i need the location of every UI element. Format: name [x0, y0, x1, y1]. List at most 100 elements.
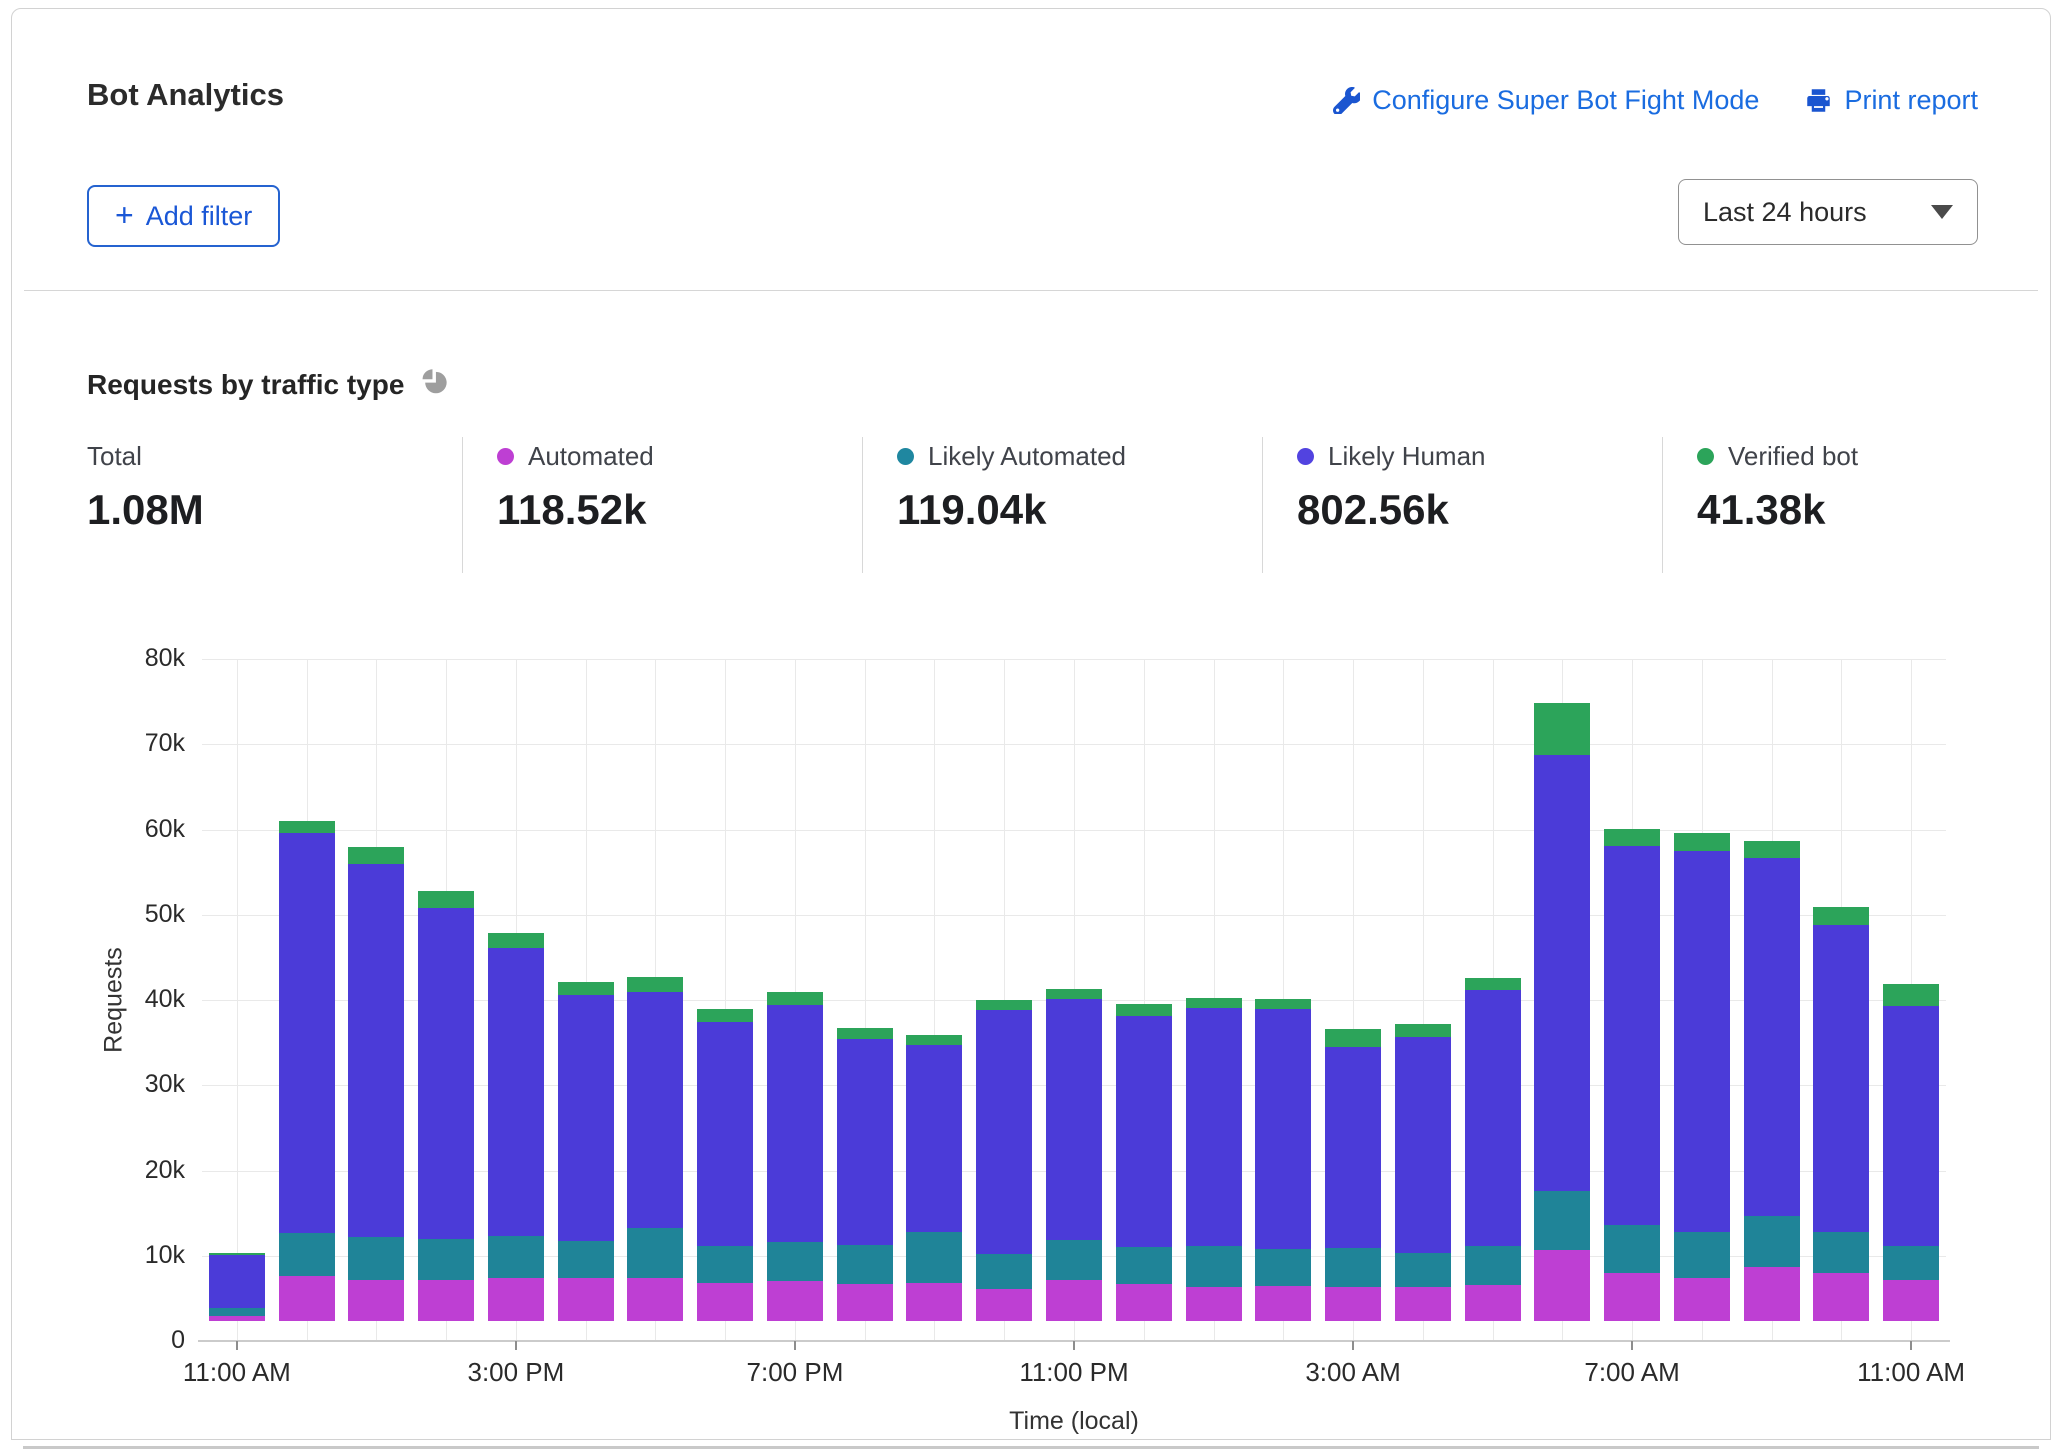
bar-segment-likely-automated[interactable]	[1116, 1247, 1172, 1285]
bar-segment-likely-human[interactable]	[1813, 925, 1869, 1231]
bar-segment-likely-automated[interactable]	[1813, 1232, 1869, 1274]
bar-segment-likely-human[interactable]	[697, 1022, 753, 1246]
bar-segment-automated[interactable]	[488, 1278, 544, 1321]
bar-segment-likely-human[interactable]	[1604, 846, 1660, 1225]
stacked-bar-6-00-am[interactable]	[1534, 639, 1590, 1321]
stacked-bar-7-00-am[interactable]	[1604, 639, 1660, 1321]
add-filter-button[interactable]: + Add filter	[87, 185, 280, 247]
bar-segment-automated[interactable]	[767, 1281, 823, 1321]
stacked-bar-11-00-am[interactable]	[1883, 639, 1939, 1321]
stacked-bar-1-00-am[interactable]	[1186, 639, 1242, 1321]
stacked-bar-5-00-pm[interactable]	[627, 639, 683, 1321]
bar-segment-verified-bot[interactable]	[1325, 1029, 1381, 1046]
bar-segment-automated[interactable]	[418, 1280, 474, 1321]
bar-segment-verified-bot[interactable]	[558, 982, 614, 996]
bar-segment-verified-bot[interactable]	[1604, 829, 1660, 846]
bar-segment-automated[interactable]	[1744, 1267, 1800, 1321]
bar-segment-automated[interactable]	[1883, 1280, 1939, 1321]
stacked-bar-8-00-pm[interactable]	[837, 639, 893, 1321]
bar-segment-likely-human[interactable]	[627, 992, 683, 1228]
bar-segment-verified-bot[interactable]	[1465, 978, 1521, 990]
bar-segment-verified-bot[interactable]	[1674, 833, 1730, 851]
bar-segment-automated[interactable]	[1534, 1250, 1590, 1321]
print-report-link[interactable]: Print report	[1805, 85, 1978, 116]
stat-total[interactable]: Total 1.08M	[87, 441, 447, 534]
bar-segment-likely-human[interactable]	[1186, 1008, 1242, 1246]
bar-segment-automated[interactable]	[1116, 1284, 1172, 1321]
bar-segment-automated[interactable]	[837, 1284, 893, 1321]
bar-segment-automated[interactable]	[976, 1289, 1032, 1321]
stacked-bar-5-00-am[interactable]	[1465, 639, 1521, 1321]
bar-segment-verified-bot[interactable]	[627, 977, 683, 991]
bar-segment-likely-automated[interactable]	[697, 1246, 753, 1283]
configure-super-bot-fight-mode-link[interactable]: Configure Super Bot Fight Mode	[1333, 85, 1759, 116]
bar-segment-likely-automated[interactable]	[1744, 1216, 1800, 1267]
stacked-bar-4-00-am[interactable]	[1395, 639, 1451, 1321]
bar-segment-verified-bot[interactable]	[1534, 703, 1590, 755]
bar-segment-likely-automated[interactable]	[348, 1237, 404, 1280]
bar-segment-likely-human[interactable]	[1116, 1016, 1172, 1247]
bar-segment-likely-automated[interactable]	[558, 1241, 614, 1279]
bar-segment-likely-automated[interactable]	[279, 1233, 335, 1276]
bar-segment-verified-bot[interactable]	[1883, 984, 1939, 1005]
bar-segment-likely-automated[interactable]	[767, 1242, 823, 1282]
bar-segment-automated[interactable]	[1255, 1286, 1311, 1321]
bar-segment-automated[interactable]	[1046, 1280, 1102, 1321]
stacked-bar-12-00-pm[interactable]	[279, 639, 335, 1321]
stacked-bar-12-00-am[interactable]	[1116, 639, 1172, 1321]
time-range-select[interactable]: Last 24 hours	[1678, 179, 1978, 245]
stacked-bar-7-00-pm[interactable]	[767, 639, 823, 1321]
bar-segment-likely-human[interactable]	[1046, 999, 1102, 1240]
bar-segment-likely-automated[interactable]	[418, 1239, 474, 1280]
bar-segment-automated[interactable]	[1674, 1278, 1730, 1321]
bar-segment-likely-human[interactable]	[488, 948, 544, 1235]
bar-segment-likely-automated[interactable]	[1674, 1232, 1730, 1277]
bar-segment-verified-bot[interactable]	[767, 992, 823, 1005]
bar-segment-verified-bot[interactable]	[418, 891, 474, 908]
bar-segment-automated[interactable]	[558, 1278, 614, 1321]
bar-segment-likely-human[interactable]	[1255, 1009, 1311, 1249]
stacked-bar-10-00-am[interactable]	[1813, 639, 1869, 1321]
stacked-bar-9-00-am[interactable]	[1744, 639, 1800, 1321]
bar-segment-likely-automated[interactable]	[1395, 1253, 1451, 1287]
bar-segment-verified-bot[interactable]	[348, 847, 404, 864]
bar-segment-likely-automated[interactable]	[906, 1232, 962, 1283]
bar-segment-automated[interactable]	[627, 1278, 683, 1321]
bar-segment-verified-bot[interactable]	[1046, 989, 1102, 999]
stacked-bar-11-00-am[interactable]	[209, 639, 265, 1321]
bar-segment-likely-human[interactable]	[976, 1010, 1032, 1254]
bar-segment-likely-human[interactable]	[767, 1005, 823, 1242]
bar-segment-automated[interactable]	[279, 1276, 335, 1321]
bar-segment-likely-automated[interactable]	[1186, 1246, 1242, 1287]
bar-segment-likely-automated[interactable]	[1534, 1191, 1590, 1250]
bar-segment-likely-human[interactable]	[1395, 1037, 1451, 1253]
stacked-bar-3-00-am[interactable]	[1325, 639, 1381, 1321]
bar-segment-automated[interactable]	[1325, 1287, 1381, 1321]
bar-segment-automated[interactable]	[697, 1283, 753, 1321]
bar-segment-likely-automated[interactable]	[1465, 1246, 1521, 1285]
bar-segment-verified-bot[interactable]	[1186, 998, 1242, 1008]
bar-segment-likely-automated[interactable]	[488, 1236, 544, 1278]
bar-segment-verified-bot[interactable]	[1813, 907, 1869, 926]
bar-segment-likely-automated[interactable]	[1883, 1246, 1939, 1280]
stat-automated[interactable]: Automated 118.52k	[497, 441, 857, 534]
bar-segment-verified-bot[interactable]	[837, 1028, 893, 1039]
bar-segment-verified-bot[interactable]	[976, 1000, 1032, 1010]
stacked-bar-8-00-am[interactable]	[1674, 639, 1730, 1321]
bar-segment-verified-bot[interactable]	[1744, 841, 1800, 858]
bar-segment-likely-human[interactable]	[558, 995, 614, 1241]
bar-segment-likely-automated[interactable]	[976, 1254, 1032, 1290]
bar-segment-likely-human[interactable]	[1465, 990, 1521, 1246]
bar-segment-automated[interactable]	[906, 1283, 962, 1321]
bar-segment-likely-automated[interactable]	[1255, 1249, 1311, 1287]
bar-segment-likely-human[interactable]	[1883, 1006, 1939, 1246]
stacked-bar-11-00-pm[interactable]	[1046, 639, 1102, 1321]
bar-segment-verified-bot[interactable]	[488, 933, 544, 948]
bar-segment-likely-human[interactable]	[1744, 858, 1800, 1216]
bar-segment-likely-human[interactable]	[418, 908, 474, 1239]
bar-segment-verified-bot[interactable]	[1395, 1024, 1451, 1037]
bar-segment-verified-bot[interactable]	[906, 1035, 962, 1044]
stat-verified-bot[interactable]: Verified bot 41.38k	[1697, 441, 2057, 534]
bar-segment-likely-human[interactable]	[279, 833, 335, 1233]
bar-segment-verified-bot[interactable]	[1255, 999, 1311, 1009]
